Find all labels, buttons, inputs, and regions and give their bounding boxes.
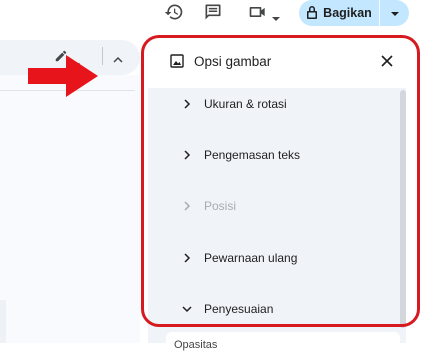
dropdown-caret-icon [390,4,399,22]
page-edge [0,300,6,343]
opacity-label-partial: Opasitas [174,339,218,351]
share-divider [379,0,380,26]
history-icon[interactable] [163,1,185,23]
share-main-button[interactable]: Bagikan [299,0,379,26]
dropdown-caret-icon[interactable] [272,9,280,27]
opacity-subsection: Opasitas [166,332,400,351]
share-label: Bagikan [323,6,372,20]
lock-icon [306,5,318,22]
chevron-up-icon[interactable] [113,51,123,69]
red-highlight-frame [141,35,420,327]
share-dropdown-button[interactable] [380,4,409,22]
toolbar-divider [102,47,103,65]
document-canvas [0,75,140,343]
red-arrow-annotation [28,55,98,102]
share-button[interactable]: Bagikan [299,0,409,26]
comment-icon[interactable] [202,1,224,23]
video-call-icon[interactable] [247,1,269,23]
